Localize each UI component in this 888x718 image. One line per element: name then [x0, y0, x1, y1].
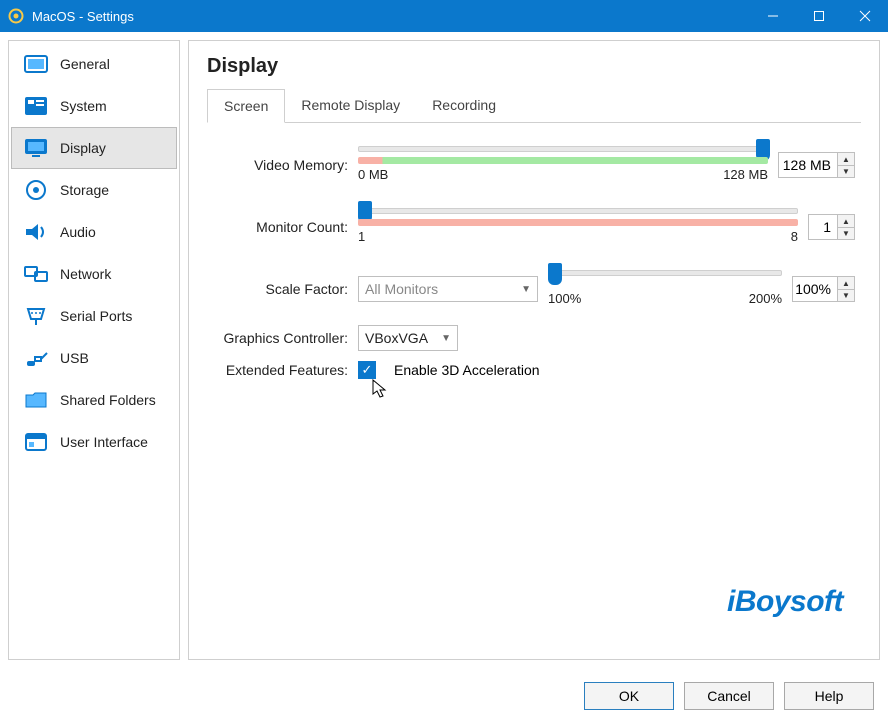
graphics-controller-combo[interactable]: VBoxVGA ▼ [358, 325, 458, 351]
graphics-controller-label: Graphics Controller: [213, 330, 358, 346]
audio-icon [22, 220, 50, 244]
enable-3d-checkbox[interactable]: ✓ [358, 361, 376, 379]
close-icon [859, 10, 871, 22]
window-title: MacOS - Settings [32, 9, 750, 24]
scale-factor-slider[interactable]: 100% 200% [548, 263, 782, 289]
network-icon [22, 262, 50, 286]
titlebar: MacOS - Settings [0, 0, 888, 32]
chevron-down-icon: ▼ [441, 333, 451, 344]
sidebar-item-usb[interactable]: USB [11, 337, 177, 379]
scale-factor-max: 200% [749, 291, 782, 306]
system-icon [22, 94, 50, 118]
close-button[interactable] [842, 0, 888, 32]
spinner-down-icon[interactable]: ▼ [838, 227, 854, 239]
video-memory-slider[interactable]: 0 MB 128 MB [358, 139, 768, 165]
monitor-count-spinner[interactable]: ▲▼ [808, 214, 855, 240]
graphics-controller-value: VBoxVGA [365, 330, 428, 346]
sidebar-item-audio[interactable]: Audio [11, 211, 177, 253]
scale-factor-min: 100% [548, 291, 581, 306]
scale-factor-input[interactable] [793, 277, 837, 301]
sidebar-item-label: Display [60, 140, 106, 156]
chevron-down-icon: ▼ [521, 284, 531, 295]
sidebar-item-label: USB [60, 350, 89, 366]
sidebar-item-shared-folders[interactable]: Shared Folders [11, 379, 177, 421]
scale-factor-combo-text: All Monitors [365, 281, 438, 297]
monitor-count-max: 8 [791, 229, 798, 244]
cancel-button[interactable]: Cancel [684, 682, 774, 710]
help-button[interactable]: Help [784, 682, 874, 710]
window-controls [750, 0, 888, 32]
video-memory-input[interactable] [779, 153, 837, 177]
sidebar-item-general[interactable]: General [11, 43, 177, 85]
dialog-footer: OK Cancel Help [584, 682, 874, 710]
sidebar-item-label: Audio [60, 224, 96, 240]
sidebar-item-network[interactable]: Network [11, 253, 177, 295]
shared-folders-icon [22, 388, 50, 412]
monitor-count-min: 1 [358, 229, 365, 244]
extended-features-label: Extended Features: [213, 362, 358, 378]
spinner-up-icon[interactable]: ▲ [838, 153, 854, 165]
user-interface-icon [22, 430, 50, 454]
display-icon [22, 136, 50, 160]
spinner-down-icon[interactable]: ▼ [838, 165, 854, 177]
scale-factor-monitor-combo[interactable]: All Monitors ▼ [358, 276, 538, 302]
enable-3d-label[interactable]: Enable 3D Acceleration [394, 362, 540, 378]
cursor-icon [372, 379, 388, 399]
serial-ports-icon [22, 304, 50, 328]
sidebar-item-label: System [60, 98, 107, 114]
sidebar-item-label: Storage [60, 182, 109, 198]
monitor-count-label: Monitor Count: [213, 219, 358, 235]
gear-icon [8, 8, 24, 24]
tabs: Screen Remote Display Recording [207, 88, 861, 123]
ok-button[interactable]: OK [584, 682, 674, 710]
sidebar-item-label: User Interface [60, 434, 148, 450]
sidebar-item-serial-ports[interactable]: Serial Ports [11, 295, 177, 337]
video-memory-label: Video Memory: [213, 157, 358, 173]
maximize-button[interactable] [796, 0, 842, 32]
main-panel: Display Screen Remote Display Recording … [188, 40, 880, 660]
usb-icon [22, 346, 50, 370]
video-memory-min: 0 MB [358, 167, 388, 182]
sidebar-item-label: Shared Folders [60, 392, 156, 408]
page-title: Display [207, 55, 861, 78]
sidebar-item-label: Serial Ports [60, 308, 132, 324]
storage-icon [22, 178, 50, 202]
sidebar-item-user-interface[interactable]: User Interface [11, 421, 177, 463]
spinner-down-icon[interactable]: ▼ [838, 289, 854, 301]
sidebar-item-system[interactable]: System [11, 85, 177, 127]
watermark: iBoysoft [727, 585, 843, 619]
general-icon [22, 52, 50, 76]
tab-recording[interactable]: Recording [416, 89, 512, 123]
tab-remote-display[interactable]: Remote Display [285, 89, 416, 123]
sidebar-item-label: General [60, 56, 110, 72]
sidebar-item-display[interactable]: Display [11, 127, 177, 169]
video-memory-spinner[interactable]: ▲▼ [778, 152, 855, 178]
scale-factor-spinner[interactable]: ▲▼ [792, 276, 855, 302]
scale-factor-label: Scale Factor: [213, 281, 358, 297]
spinner-up-icon[interactable]: ▲ [838, 215, 854, 227]
sidebar: General System Display Storage Audio Net… [8, 40, 180, 660]
tab-screen[interactable]: Screen [207, 89, 285, 123]
spinner-up-icon[interactable]: ▲ [838, 277, 854, 289]
maximize-icon [813, 10, 825, 22]
monitor-count-input[interactable] [809, 215, 837, 239]
sidebar-item-storage[interactable]: Storage [11, 169, 177, 211]
minimize-icon [767, 10, 779, 22]
sidebar-item-label: Network [60, 266, 111, 282]
monitor-count-slider[interactable]: 1 8 [358, 201, 798, 227]
video-memory-max: 128 MB [723, 167, 768, 182]
minimize-button[interactable] [750, 0, 796, 32]
